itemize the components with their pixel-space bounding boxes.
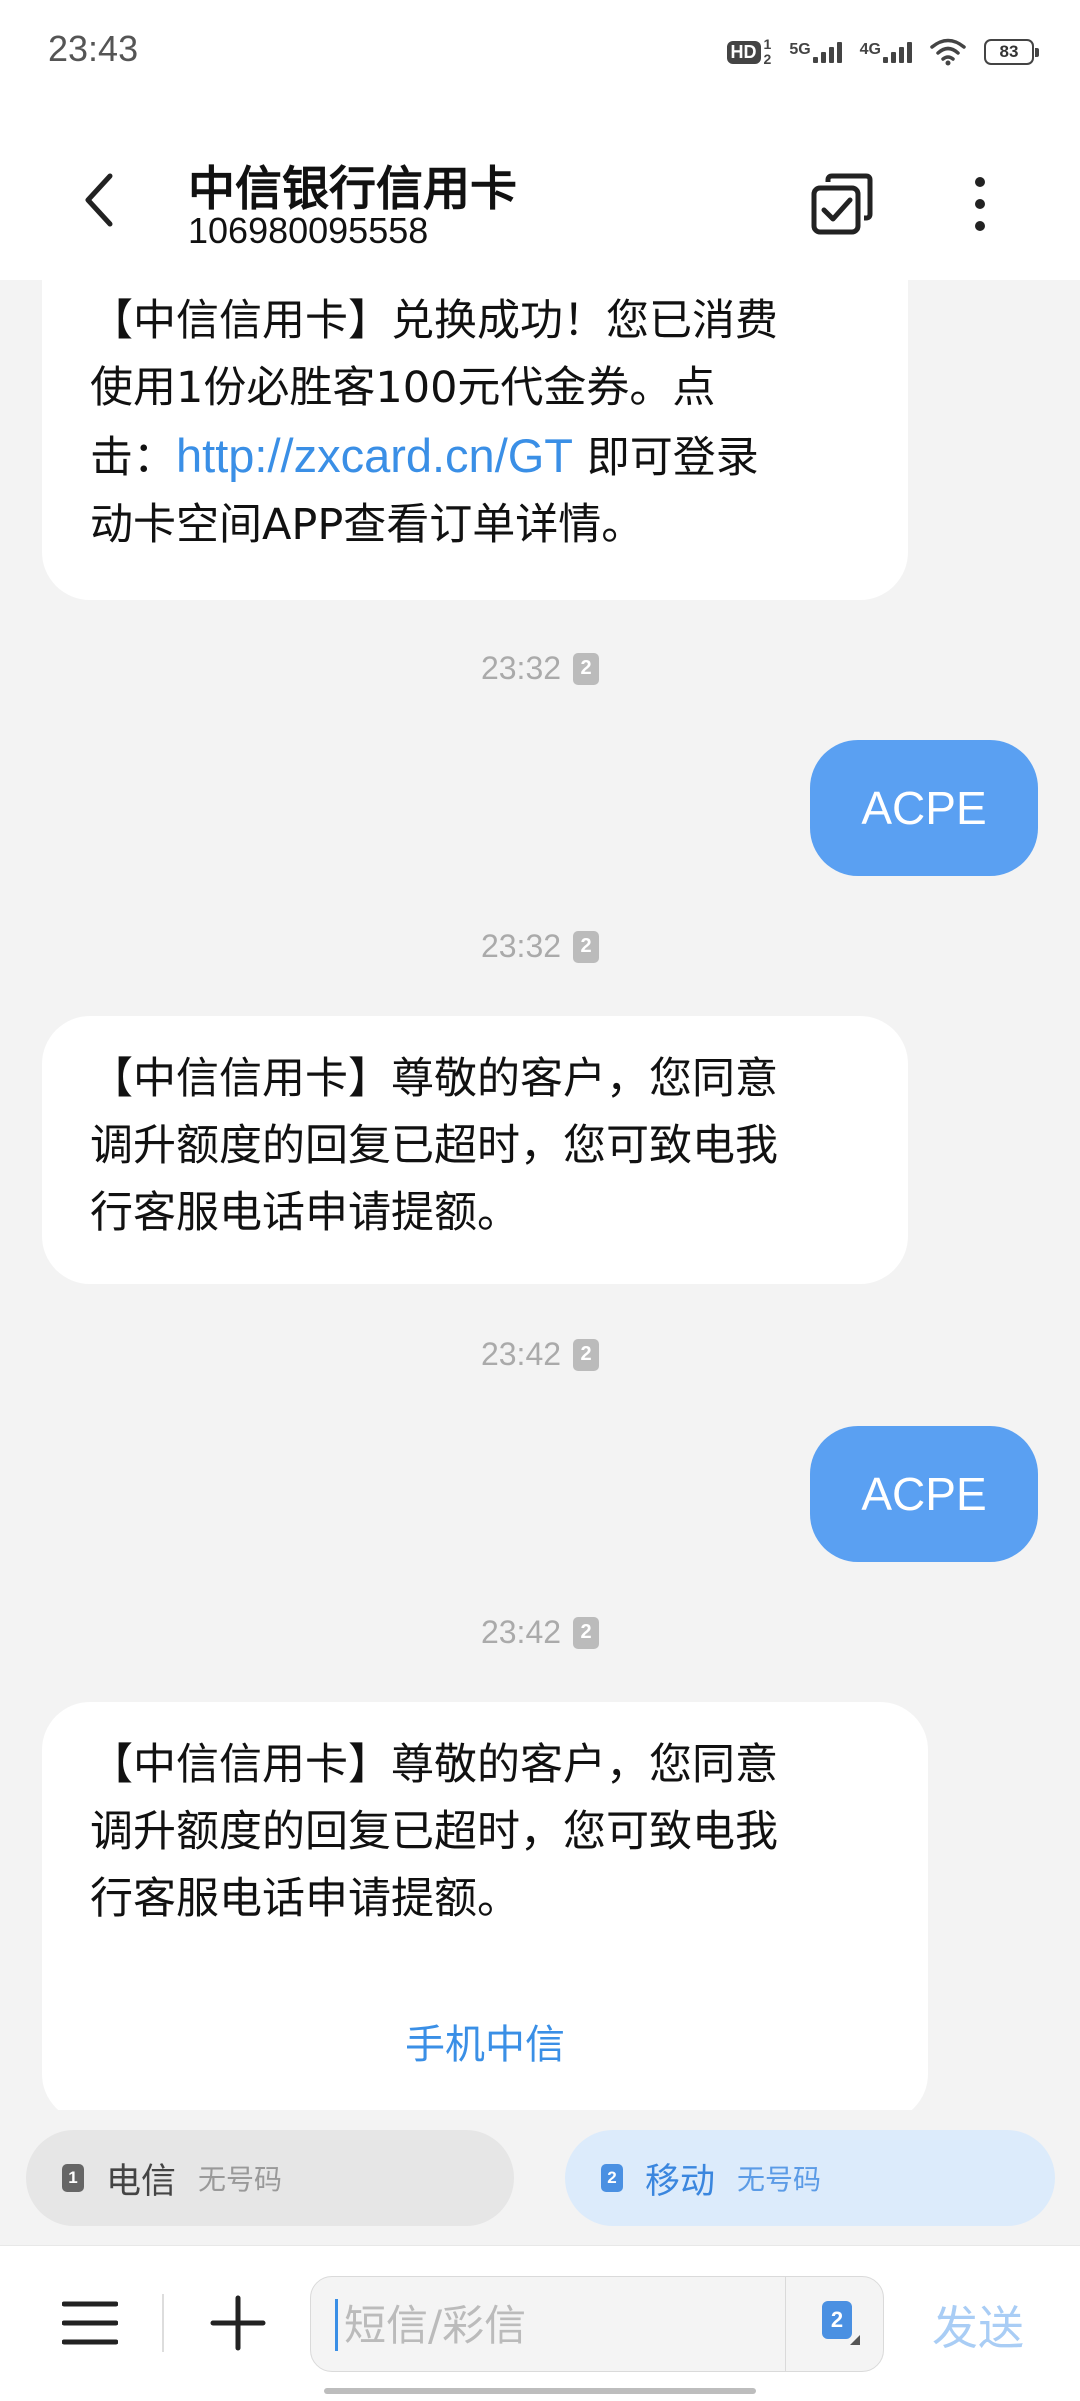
message-list[interactable]: 【中信信用卡】兑换成功！您已消费 使用1份必胜客100元代金券。点 击：http… — [0, 280, 1080, 2110]
sim-2-icon: 2 — [573, 1616, 600, 1649]
menu-icon[interactable] — [62, 2298, 118, 2348]
sim-switch-button[interactable]: 2 — [785, 2277, 886, 2371]
outgoing-message[interactable]: ACPE — [810, 740, 1038, 876]
carrier-label: 电信 — [106, 2161, 177, 2202]
message-timestamp: 23:32 2 — [0, 928, 1080, 965]
sim-2-icon: 2 — [573, 1338, 600, 1371]
carrier-label: 移动 — [645, 2161, 716, 2202]
message-input-container: 2 — [310, 2276, 884, 2372]
sim-2-icon: 2 — [573, 652, 600, 685]
incoming-message[interactable]: 【中信信用卡】尊敬的客户，您同意 调升额度的回复已超时，您可致电我 行客服电话申… — [42, 1702, 928, 2110]
send-button[interactable]: 发送 — [932, 2292, 1024, 2358]
message-timestamp: 23:32 2 — [0, 650, 1080, 687]
incoming-message[interactable]: 【中信信用卡】兑换成功！您已消费 使用1份必胜客100元代金券。点 击：http… — [42, 280, 908, 600]
sim-1-icon: 1 — [62, 2164, 84, 2192]
home-indicator[interactable] — [324, 2388, 756, 2394]
status-time: 23:43 — [48, 28, 139, 69]
sim-2-icon: 2 — [573, 930, 600, 963]
message-input[interactable] — [335, 2299, 785, 2351]
incoming-message[interactable]: 【中信信用卡】尊敬的客户，您同意 调升额度的回复已超时，您可致电我 行客服电话申… — [42, 1016, 908, 1284]
conversation-header: 中信银行信用卡 106980095558 — [0, 100, 1080, 280]
add-attachment-icon[interactable] — [210, 2294, 266, 2352]
sim-2-icon: 2 — [822, 2301, 852, 2339]
sim-number: 无号码 — [737, 2163, 822, 2196]
wifi-icon — [930, 38, 966, 66]
sim-2-icon: 2 — [601, 2164, 623, 2192]
sim-1-option[interactable]: 1 电信 无号码 — [26, 2130, 514, 2226]
more-options-icon[interactable] — [960, 172, 1000, 236]
message-timestamp: 23:42 2 — [0, 1614, 1080, 1651]
sim-2-option[interactable]: 2 移动 无号码 — [565, 2130, 1055, 2226]
sim-number: 无号码 — [198, 2163, 283, 2196]
outgoing-message[interactable]: ACPE — [810, 1426, 1038, 1562]
back-arrow-icon[interactable] — [72, 170, 132, 230]
hd-voice-icon: HD 1 2 — [726, 37, 771, 67]
signal-5g-icon: 5G — [789, 41, 842, 63]
contact-name[interactable]: 中信银行信用卡 — [188, 150, 517, 219]
status-bar: 23:43 HD 1 2 5G 4G 83 — [0, 0, 1080, 100]
service-link[interactable]: 手机中信 — [42, 2012, 928, 2079]
message-link[interactable]: http://zxcard.cn/GT — [176, 429, 573, 482]
signal-4g-icon: 4G — [860, 41, 912, 63]
sim-selector: 1 电信 无号码 2 移动 无号码 — [0, 2110, 1080, 2245]
status-icons: HD 1 2 5G 4G 83 — [726, 32, 1039, 72]
divider — [162, 2294, 164, 2352]
contact-number[interactable]: 106980095558 — [188, 210, 428, 252]
multi-select-icon[interactable] — [808, 170, 876, 238]
message-timestamp: 23:42 2 — [0, 1336, 1080, 1373]
battery-icon: 83 — [984, 39, 1039, 65]
compose-bar: 2 发送 — [0, 2245, 1080, 2401]
